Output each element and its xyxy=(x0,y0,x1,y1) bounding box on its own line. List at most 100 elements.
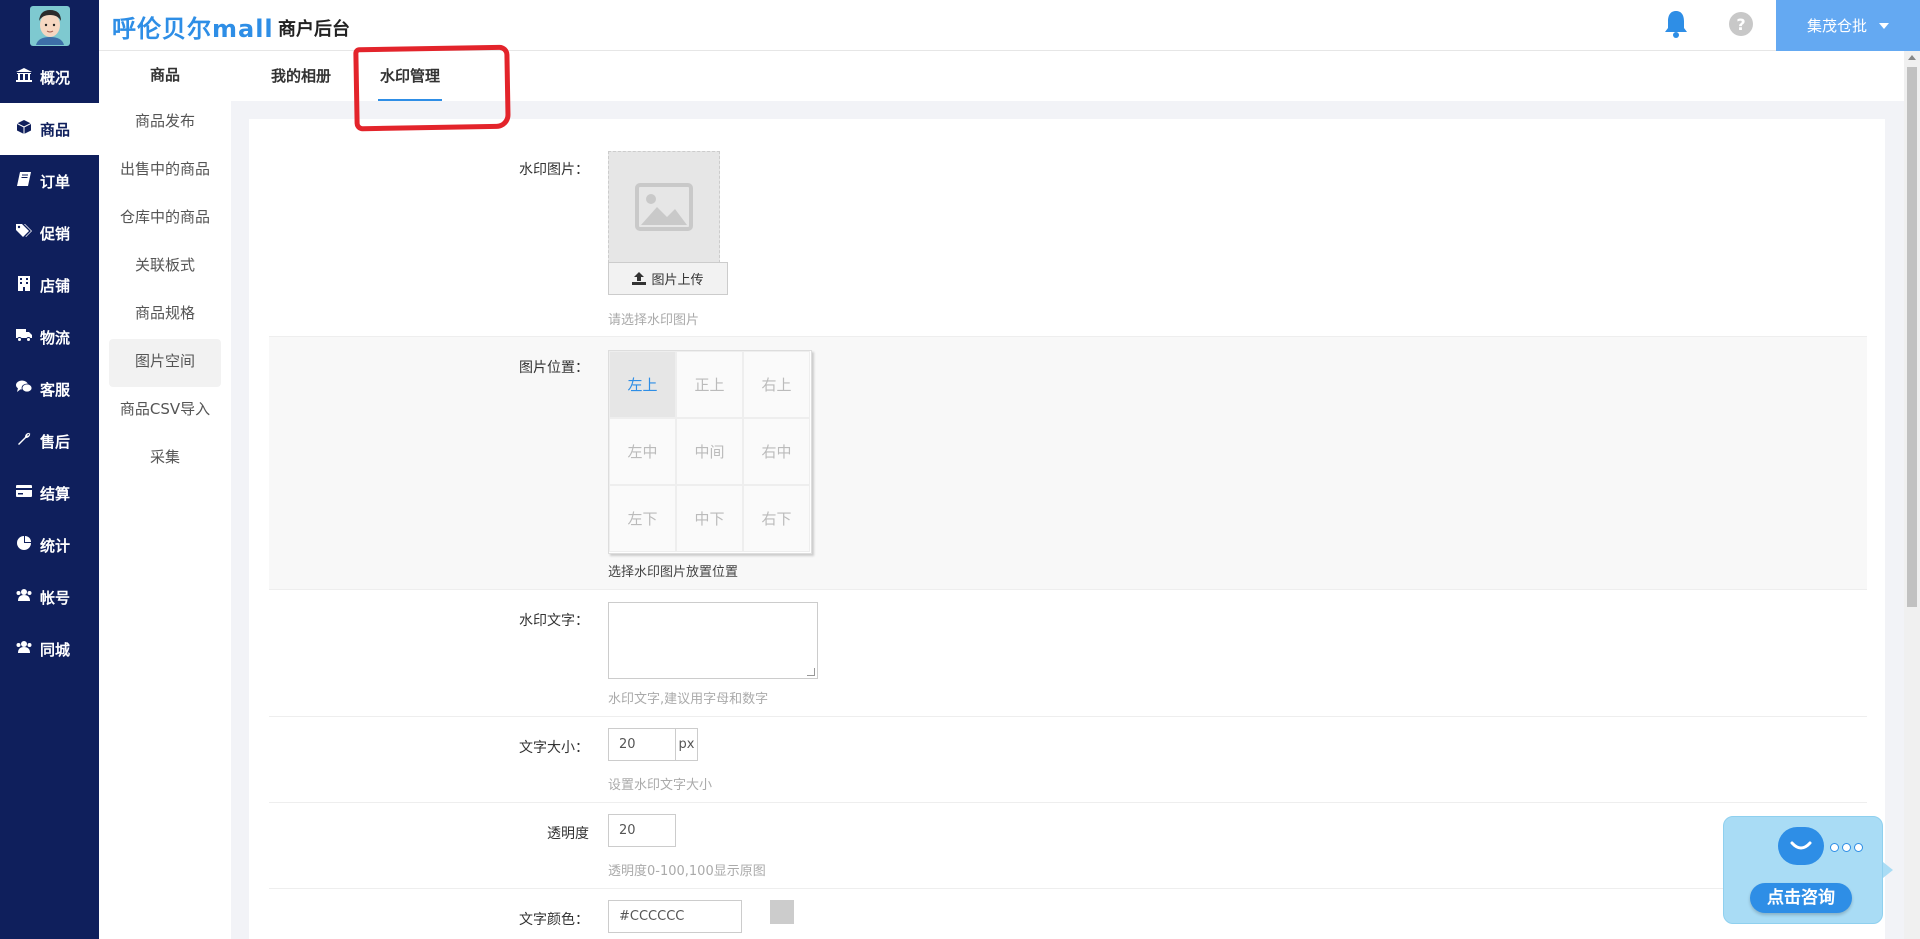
top-header: 呼伦贝尔mall 商户后台 ? 集茂仓批 xyxy=(0,0,1920,51)
tags-icon xyxy=(16,224,32,242)
sidebar-item-label: 商品 xyxy=(40,120,71,139)
user-name: 集茂仓批 xyxy=(1806,17,1867,35)
color-input[interactable]: #CCCCCC xyxy=(608,900,742,933)
watermark-form-panel: 水印图片： 图片上传 请选择水印图片 图片位置： 左上 正上 右上 左中 中间 … xyxy=(249,119,1885,939)
user-menu-button[interactable]: 集茂仓批 xyxy=(1776,0,1920,51)
page-scrollbar[interactable] xyxy=(1904,51,1920,939)
sidebar-item-label: 售后 xyxy=(40,432,71,451)
chat-bubble-icon xyxy=(1778,827,1824,865)
sidebar-item-promotion[interactable]: 促销 xyxy=(0,207,99,259)
upload-icon xyxy=(632,272,647,285)
bank-icon xyxy=(16,68,32,86)
sidebar-item-account[interactable]: 帐号 xyxy=(0,571,99,623)
scroll-thumb[interactable] xyxy=(1907,67,1917,607)
comments-icon xyxy=(16,380,33,398)
sidebar-item-label: 订单 xyxy=(40,172,71,191)
subnav-item-csv-import[interactable]: 商品CSV导入 xyxy=(109,387,221,435)
opacity-label: 透明度 xyxy=(547,826,589,842)
subnav-item-publish[interactable]: 商品发布 xyxy=(109,99,221,147)
position-top-right[interactable]: 右上 xyxy=(743,351,810,418)
image-icon xyxy=(635,183,693,231)
scroll-up-icon[interactable] xyxy=(1908,55,1916,60)
users-icon xyxy=(16,641,32,657)
text-size-input[interactable]: 20 xyxy=(608,728,676,761)
sidebar: 概况 商品 订单 促销 店铺 物流 客服 售后 结算 统计 帐号 同城 xyxy=(0,51,99,939)
users-icon xyxy=(16,589,32,605)
building-icon xyxy=(16,275,32,295)
position-center[interactable]: 中间 xyxy=(676,418,743,485)
position-bottom-right[interactable]: 右下 xyxy=(743,485,810,552)
sidebar-item-label: 概况 xyxy=(40,68,71,87)
sidebar-item-label: 结算 xyxy=(40,484,71,503)
sidebar-item-orders[interactable]: 订单 xyxy=(0,155,99,207)
red-annotation-box xyxy=(353,44,511,132)
subnav-item-collect[interactable]: 采集 xyxy=(109,435,221,483)
position-bottom-center[interactable]: 中下 xyxy=(676,485,743,552)
position-middle-left[interactable]: 左中 xyxy=(609,418,676,485)
tab-my-album[interactable]: 我的相册 xyxy=(271,51,331,101)
sidebar-item-label: 同城 xyxy=(40,640,71,659)
subnav-title: 商品 xyxy=(149,66,180,84)
watermark-image-row: 水印图片： 图片上传 请选择水印图片 xyxy=(269,119,1867,337)
sidebar-item-shop[interactable]: 店铺 xyxy=(0,259,99,311)
position-label: 图片位置： xyxy=(519,360,589,376)
sidebar-item-aftersale[interactable]: 售后 xyxy=(0,415,99,467)
sidebar-item-goods[interactable]: 商品 xyxy=(0,103,99,155)
typing-dots-icon xyxy=(1830,843,1863,852)
watermark-text-input[interactable] xyxy=(608,602,818,679)
caret-down-icon xyxy=(1879,22,1889,29)
consult-button[interactable]: 点击咨询 xyxy=(1750,883,1852,913)
subnav-item-specs[interactable]: 商品规格 xyxy=(109,291,221,339)
brand-title: 呼伦贝尔mall xyxy=(112,15,274,43)
subnav-item-image-space[interactable]: 图片空间 xyxy=(109,339,221,387)
opacity-row: 透明度 20 透明度0-100,100显示原图 xyxy=(269,803,1867,889)
upload-button-label: 图片上传 xyxy=(651,273,704,288)
book-icon xyxy=(16,172,32,190)
sidebar-item-local[interactable]: 同城 xyxy=(0,623,99,675)
subnav-item-related-layout[interactable]: 关联板式 xyxy=(109,243,221,291)
position-grid: 左上 正上 右上 左中 中间 右中 左下 中下 右下 xyxy=(608,350,812,554)
text-row: 水印文字： 水印文字,建议用字母和数字 xyxy=(269,590,1867,717)
sidebar-item-label: 统计 xyxy=(40,536,71,555)
text-label: 水印文字： xyxy=(519,613,589,629)
color-swatch[interactable] xyxy=(770,900,794,924)
sidebar-item-overview[interactable]: 概况 xyxy=(0,51,99,103)
size-hint: 设置水印文字大小 xyxy=(608,778,713,793)
wrench-icon xyxy=(16,432,32,450)
pie-chart-icon xyxy=(16,536,32,554)
position-hint: 选择水印图片放置位置 xyxy=(608,565,739,580)
sidebar-item-label: 促销 xyxy=(40,224,71,243)
color-row: 文字颜色： #CCCCCC xyxy=(269,889,1867,939)
opacity-hint: 透明度0-100,100显示原图 xyxy=(608,864,766,879)
sidebar-item-service[interactable]: 客服 xyxy=(0,363,99,415)
resize-handle-icon[interactable] xyxy=(807,668,815,676)
watermark-image-hint: 请选择水印图片 xyxy=(608,313,700,328)
sidebar-item-statistics[interactable]: 统计 xyxy=(0,519,99,571)
avatar[interactable] xyxy=(29,5,70,46)
position-top-left[interactable]: 左上 xyxy=(609,351,676,418)
upload-image-button[interactable]: 图片上传 xyxy=(608,262,728,295)
bell-icon[interactable] xyxy=(1663,9,1689,39)
size-label: 文字大小： xyxy=(519,740,589,756)
credit-card-icon xyxy=(16,485,32,501)
position-middle-right[interactable]: 右中 xyxy=(743,418,810,485)
subnav-item-on-sale[interactable]: 出售中的商品 xyxy=(109,147,221,195)
sidebar-item-settlement[interactable]: 结算 xyxy=(0,467,99,519)
image-placeholder[interactable] xyxy=(608,151,720,263)
brand-subtitle: 商户后台 xyxy=(278,19,350,40)
consult-widget[interactable]: 点击咨询 xyxy=(1723,816,1883,924)
position-row: 图片位置： 左上 正上 右上 左中 中间 右中 左下 中下 右下 选择水印图片放… xyxy=(269,337,1867,590)
cube-icon xyxy=(16,120,32,138)
watermark-image-label: 水印图片： xyxy=(519,162,589,178)
subnav-item-warehouse[interactable]: 仓库中的商品 xyxy=(109,195,221,243)
position-top-center[interactable]: 正上 xyxy=(676,351,743,418)
size-row: 文字大小： 20 px 设置水印文字大小 xyxy=(269,717,1867,803)
sidebar-item-label: 帐号 xyxy=(40,588,71,607)
sidebar-item-logistics[interactable]: 物流 xyxy=(0,311,99,363)
help-icon[interactable]: ? xyxy=(1729,12,1753,36)
position-bottom-left[interactable]: 左下 xyxy=(609,485,676,552)
size-unit: px xyxy=(676,728,698,761)
color-label: 文字颜色： xyxy=(519,912,589,928)
opacity-input[interactable]: 20 xyxy=(608,814,676,847)
sidebar-item-label: 店铺 xyxy=(40,276,71,295)
